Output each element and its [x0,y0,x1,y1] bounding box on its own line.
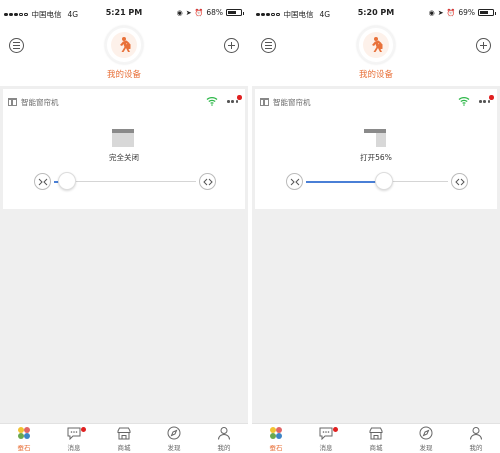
person-icon [217,425,231,444]
store-icon [117,425,131,444]
notification-badge [333,427,338,432]
curtain-device-icon [8,98,17,106]
tab-label: 消息 [319,444,333,452]
tab-3[interactable]: 发现 [154,425,194,452]
tab-0[interactable]: 蚕石 [4,425,44,452]
curtain-slider-fill [306,180,384,183]
tab-label: 消息 [67,444,81,452]
notification-badge [81,427,86,432]
page-title: 我的设备 [106,70,141,80]
curtain-slider-thumb[interactable] [58,172,76,190]
app-header: 中国电信 4G 5:21 PM ◉ ➤ ⏰ 68% 我的设备 [0,0,248,86]
tab-label: 商城 [369,444,383,452]
menu-button[interactable] [9,38,24,53]
more-options-icon[interactable] [479,100,491,103]
tab-label: 商城 [117,444,131,452]
arrows-inward-icon [38,178,47,185]
status-bar: 中国电信 4G 5:20 PM ◉ ➤ ⏰ 69% [252,0,500,24]
tab-4[interactable]: 我的 [204,425,244,452]
gem-cluster-icon [17,425,31,444]
tab-0[interactable]: 蚕石 [256,425,296,452]
tab-label: 发现 [419,444,433,452]
notification-dot [237,95,242,100]
person-running-icon [120,37,131,52]
arrows-outward-icon [454,178,465,185]
wifi-icon [458,97,470,106]
device-card[interactable]: 智能窗帘机 打开56% [255,89,497,209]
battery-icon [226,9,244,16]
tab-4[interactable]: 我的 [456,425,496,452]
phone-screen: 中国电信 4G 5:20 PM ◉ ➤ ⏰ 69% 我的设备 智能窗帘机 打开5… [252,0,500,453]
curtain-device-icon [260,98,269,106]
location-icon: ◉ [176,8,183,17]
device-name: 智能窗帘机 [273,98,311,107]
app-logo[interactable] [105,26,143,64]
battery-percent: 68% [206,8,223,17]
notification-dot [489,95,494,100]
tab-label: 我的 [217,444,231,452]
tab-label: 蚕石 [17,444,31,452]
close-curtain-button[interactable] [34,173,51,190]
battery-percent: 69% [458,8,475,17]
curtain-state-icon [112,129,134,147]
status-bar: 中国电信 4G 5:21 PM ◉ ➤ ⏰ 68% [0,0,248,24]
screen-divider [248,0,252,453]
bottom-tab-bar: 蚕石 消息 商城 发现 我的 [252,423,500,453]
more-options-icon[interactable] [227,100,239,103]
arrows-inward-icon [290,178,299,185]
store-icon [369,425,383,444]
tab-3[interactable]: 发现 [406,425,446,452]
compass-icon [419,425,433,444]
add-device-button[interactable] [476,38,491,53]
chat-icon [67,425,81,444]
person-icon [469,425,483,444]
device-card[interactable]: 智能窗帘机 完全关闭 [3,89,245,209]
app-header: 中国电信 4G 5:20 PM ◉ ➤ ⏰ 69% 我的设备 [252,0,500,86]
wifi-icon [206,97,218,106]
location-icon: ◉ [428,8,435,17]
page-title: 我的设备 [358,70,393,80]
close-curtain-button[interactable] [286,173,303,190]
open-curtain-button[interactable] [451,173,468,190]
curtain-status-text: 打开56% [360,153,392,162]
device-name: 智能窗帘机 [21,98,59,107]
menu-button[interactable] [261,38,276,53]
open-curtain-button[interactable] [199,173,216,190]
battery-icon [478,9,496,16]
app-logo[interactable] [357,26,395,64]
alarm-icon: ⏰ [194,8,204,17]
compass-icon [167,425,181,444]
curtain-state-icon [364,129,386,147]
alarm-icon: ⏰ [446,8,456,17]
curtain-slider-thumb[interactable] [374,172,393,190]
arrows-outward-icon [202,178,213,185]
navigation-icon: ➤ [185,8,192,17]
tab-1[interactable]: 消息 [306,427,346,452]
tab-label: 蚕石 [269,444,283,452]
gem-cluster-icon [269,425,283,444]
navigation-icon: ➤ [437,8,444,17]
add-device-button[interactable] [224,38,239,53]
chat-icon [319,425,333,444]
tab-label: 发现 [167,444,181,452]
phone-screen: 中国电信 4G 5:21 PM ◉ ➤ ⏰ 68% 我的设备 智能窗帘机 完全关… [0,0,248,453]
person-running-icon [372,37,383,52]
tab-2[interactable]: 商城 [104,427,144,452]
tab-label: 我的 [469,444,483,452]
tab-2[interactable]: 商城 [356,427,396,452]
tab-1[interactable]: 消息 [54,427,94,452]
curtain-status-text: 完全关闭 [109,153,139,162]
bottom-tab-bar: 蚕石 消息 商城 发现 我的 [0,423,248,453]
